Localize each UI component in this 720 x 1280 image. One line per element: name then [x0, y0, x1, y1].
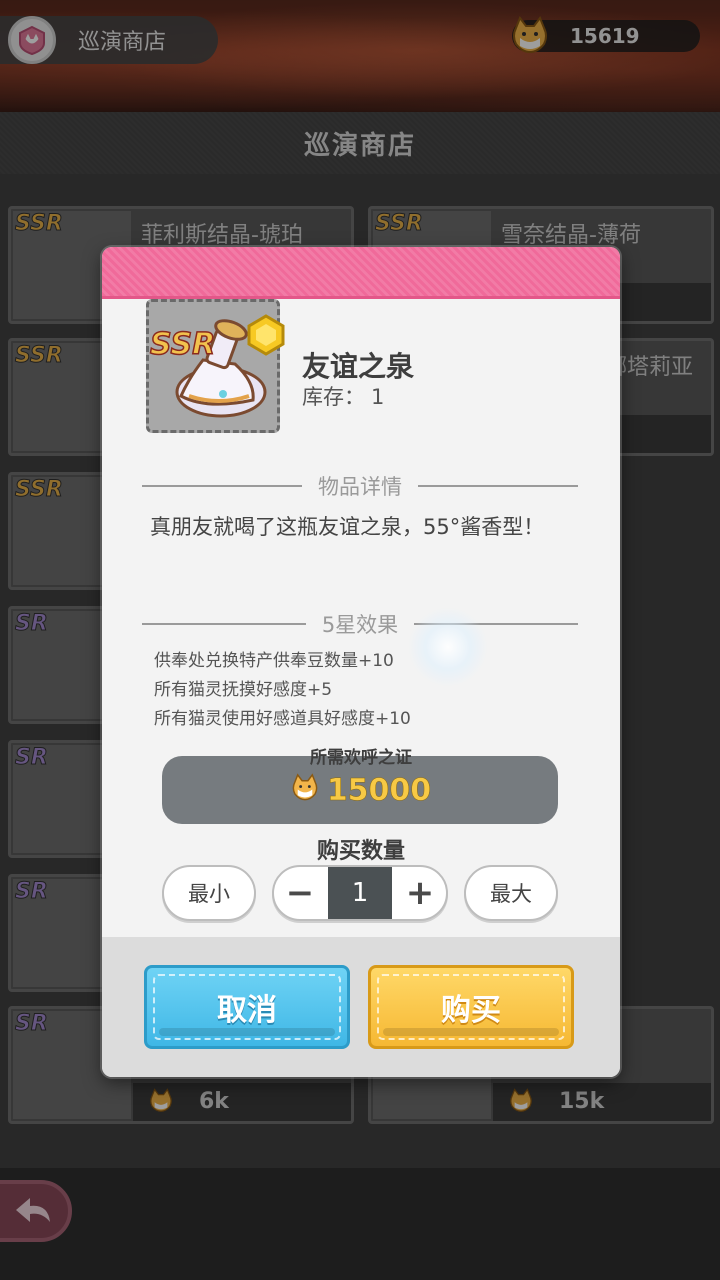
stock-value: 1: [371, 385, 385, 409]
effect-item: 所有猫灵使用好感道具好感度+10: [154, 709, 411, 729]
effect-item: 所有猫灵抚摸好感度+5: [154, 680, 333, 700]
sparkle-effect: [408, 607, 488, 687]
quantity-value[interactable]: 1: [328, 867, 392, 919]
stock-info: 库存： 1: [302, 381, 384, 411]
buy-button[interactable]: 购买: [368, 965, 574, 1049]
cancel-label: 取消: [217, 993, 277, 1028]
effects-divider: 5星效果: [142, 609, 578, 639]
quantity-stepper: − 1 +: [272, 865, 448, 921]
stock-label: 库存：: [302, 385, 365, 409]
dialog-footer: 取消 购买: [102, 937, 620, 1077]
max-quantity-button[interactable]: 最大: [464, 865, 558, 921]
cancel-button[interactable]: 取消: [144, 965, 350, 1049]
quantity-label: 购买数量: [316, 839, 405, 864]
effect-item: 供奉处兑换特产供奉豆数量+10: [154, 651, 394, 671]
price-label: 所需欢呼之证: [310, 748, 412, 768]
details-heading: 物品详情: [318, 475, 402, 499]
item-title: 友谊之泉: [302, 350, 415, 383]
decrement-button[interactable]: −: [274, 867, 326, 919]
item-rarity-badge: SSR: [149, 326, 216, 363]
min-quantity-button[interactable]: 最小: [162, 865, 256, 921]
gem-icon: [244, 313, 288, 361]
buy-label: 购买: [441, 993, 501, 1028]
details-divider: 物品详情: [142, 471, 578, 501]
effects-heading: 5星效果: [321, 613, 399, 637]
item-description: 真朋友就喝了这瓶友谊之泉，55°酱香型！: [150, 515, 545, 539]
effects-list: 供奉处兑换特产供奉豆数量+10 所有猫灵抚摸好感度+5 所有猫灵使用好感道具好感…: [154, 647, 584, 734]
purchase-dialog: SSR 友谊之泉 库存： 1 物品详情 真朋友就喝了这瓶友谊之泉，55°酱香型！ …: [102, 247, 620, 1077]
price-amount: 15000: [326, 772, 432, 808]
increment-button[interactable]: +: [394, 867, 446, 919]
cat-coin-icon: [289, 772, 321, 808]
dialog-header: [102, 247, 620, 299]
